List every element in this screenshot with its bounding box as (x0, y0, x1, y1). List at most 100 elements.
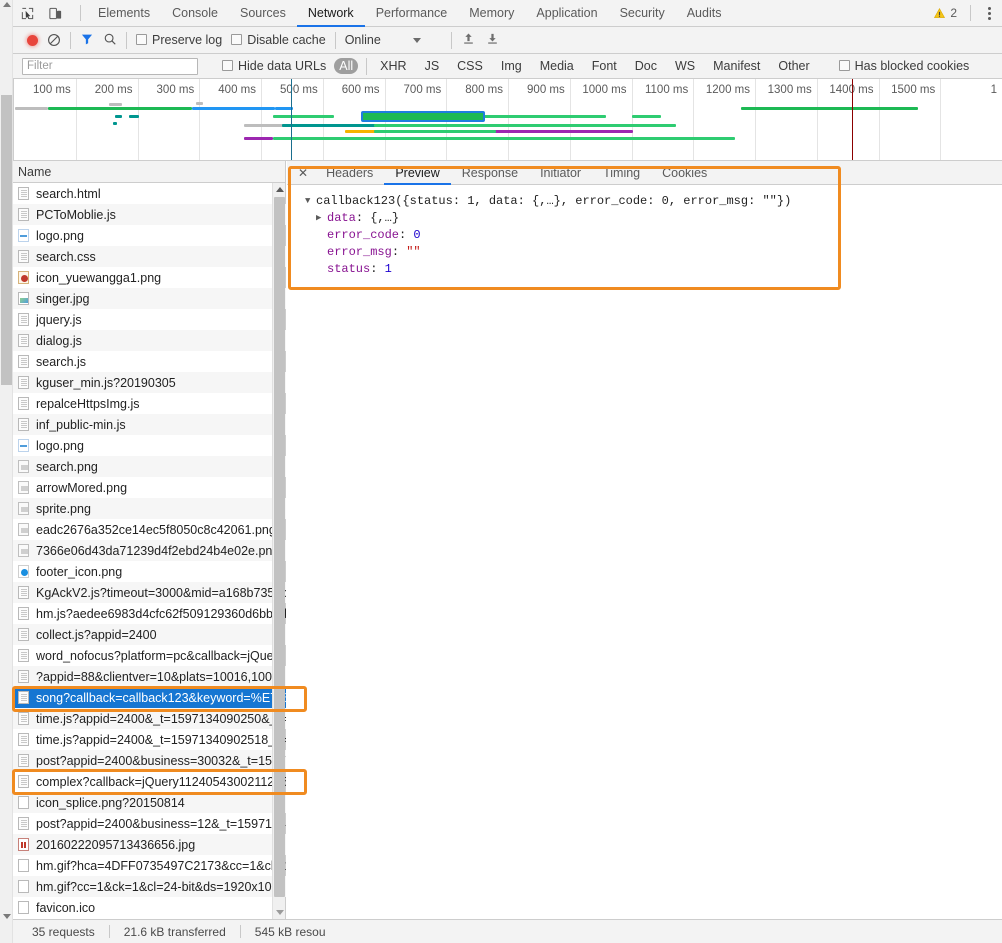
record-button[interactable] (27, 34, 38, 46)
request-row[interactable]: search.png (0, 456, 286, 477)
tab-security[interactable]: Security (609, 0, 676, 27)
request-list-scroll-down[interactable] (273, 906, 286, 919)
json-entry-row[interactable]: status: 1 (305, 261, 1002, 278)
network-overview[interactable]: 100 ms 200 ms 300 ms 400 ms 500 ms 600 ms 700 … (0, 79, 1002, 161)
tab-audits[interactable]: Audits (676, 0, 733, 27)
request-row[interactable]: PCToMoblie.js (0, 204, 286, 225)
chevron-down-icon[interactable] (412, 37, 421, 43)
page-scrollbar-down-arrow[interactable] (2, 914, 11, 919)
filter-toggle-button[interactable] (80, 32, 94, 49)
tab-sources[interactable]: Sources (229, 0, 297, 27)
tab-performance[interactable]: Performance (365, 0, 459, 27)
has-blocked-cookies-checkbox[interactable]: Has blocked cookies (838, 59, 969, 73)
tab-memory[interactable]: Memory (458, 0, 525, 27)
tab-preview[interactable]: Preview (384, 161, 450, 185)
filter-type-doc[interactable]: Doc (630, 58, 662, 74)
request-row[interactable]: singer.jpg (0, 288, 286, 309)
page-scrollbar[interactable] (0, 0, 13, 943)
device-toolbar-icon[interactable] (46, 4, 64, 22)
filter-type-font[interactable]: Font (587, 58, 622, 74)
request-row[interactable]: icon_yuewangga1.png (0, 267, 286, 288)
tab-timing[interactable]: Timing (592, 161, 651, 185)
request-rows[interactable]: search.html PCToMoblie.js logo.png search.c… (0, 183, 286, 919)
tab-initiator[interactable]: Initiator (529, 161, 592, 185)
request-row[interactable]: 7366e06d43da71239d4f2ebd24b4e02e.png (0, 540, 286, 561)
request-row[interactable]: arrowMored.png (0, 477, 286, 498)
filter-input[interactable] (22, 57, 198, 75)
filter-type-media[interactable]: Media (535, 58, 579, 74)
export-har-button[interactable] (485, 31, 500, 49)
filter-type-css[interactable]: CSS (452, 58, 488, 74)
preserve-log-box[interactable] (136, 34, 147, 45)
request-row[interactable]: icon_splice.png?20150814 (0, 792, 286, 813)
request-row[interactable]: search.html (0, 183, 286, 204)
clear-button[interactable] (47, 33, 61, 47)
request-row[interactable]: search.js (0, 351, 286, 372)
request-row[interactable]: hm.gif?cc=1&ck=1&cl=24-bit&ds=1920x108 (0, 876, 286, 897)
column-header-name[interactable]: Name (0, 161, 285, 183)
tab-response[interactable]: Response (451, 161, 529, 185)
request-row[interactable]: logo.png (0, 225, 286, 246)
request-row[interactable]: repalceHttpsImg.js (0, 393, 286, 414)
tab-application[interactable]: Application (525, 0, 608, 27)
request-row[interactable]: 20160222095713436656.jpg (0, 834, 286, 855)
request-row[interactable]: footer_icon.png (0, 561, 286, 582)
disable-cache-checkbox[interactable]: Disable cache (231, 33, 326, 47)
request-row[interactable]: jquery.js (0, 309, 286, 330)
request-row[interactable]: KgAckV2.js?timeout=3000&mid=a168b7359c (0, 582, 286, 603)
hide-data-urls-box[interactable] (222, 60, 233, 71)
tab-headers[interactable]: Headers (315, 161, 384, 185)
request-row[interactable]: eadc2676a352ce14ec5f8050c8c42061.png (0, 519, 286, 540)
request-row[interactable]: time.js?appid=2400&_t=15971340902518_r= (0, 729, 286, 750)
request-list-scroll-thumb[interactable] (274, 197, 285, 897)
request-row[interactable]: time.js?appid=2400&_t=1597134090250&_r= (0, 708, 286, 729)
filter-type-xhr[interactable]: XHR (375, 58, 411, 74)
inspect-cursor-icon[interactable] (18, 4, 36, 22)
request-row[interactable]: sprite.png (0, 498, 286, 519)
request-row[interactable]: favicon.ico (0, 897, 286, 918)
warning-count-badge[interactable]: 2 (933, 6, 957, 20)
filter-type-manifest[interactable]: Manifest (708, 58, 765, 74)
import-har-button[interactable] (461, 31, 476, 49)
request-row[interactable]: post?appid=2400&business=30032&_t=1597 (0, 750, 286, 771)
json-entry-row[interactable]: error_msg: "" (305, 244, 1002, 261)
close-panel-icon[interactable]: ✕ (291, 166, 315, 180)
disable-cache-box[interactable] (231, 34, 243, 45)
filter-type-all[interactable]: All (334, 58, 359, 74)
request-row[interactable]: dialog.js (0, 330, 286, 351)
expand-triangle-icon[interactable]: ▶ (316, 210, 327, 227)
filter-type-js[interactable]: JS (420, 58, 445, 74)
filter-type-other[interactable]: Other (773, 58, 814, 74)
hide-data-urls-checkbox[interactable]: Hide data URLs (222, 59, 326, 73)
request-list-scroll-up[interactable] (273, 183, 286, 196)
json-root-row[interactable]: ▼ callback123({status: 1, data: {,…}, er… (305, 193, 1002, 210)
request-row[interactable]: complex?callback=jQuery1124054300211205 (0, 771, 286, 792)
request-row[interactable]: kguser_min.js?20190305 (0, 372, 286, 393)
preserve-log-checkbox[interactable]: Preserve log (136, 33, 222, 47)
has-blocked-cookies-box[interactable] (838, 60, 850, 71)
throttle-select[interactable]: Online (345, 33, 381, 47)
request-list-scrollbar[interactable] (272, 183, 285, 919)
tab-cookies[interactable]: Cookies (651, 161, 718, 185)
tab-console[interactable]: Console (161, 0, 229, 27)
request-row[interactable]: search.css (0, 246, 286, 267)
more-options-icon[interactable] (984, 5, 995, 22)
search-button[interactable] (103, 32, 117, 49)
request-row[interactable]: inf_public-min.js (0, 414, 286, 435)
request-row[interactable]: hm.gif?hca=4DFF0735497C2173&cc=1&ck=1 (0, 855, 286, 876)
request-row[interactable]: hm.js?aedee6983d4cfc62f509129360d6bb3d (0, 603, 286, 624)
request-row[interactable]: ?appid=88&clientver=10&plats=10016,1001, (0, 666, 286, 687)
request-row[interactable]: post?appid=2400&business=12&_t=1597134 (0, 813, 286, 834)
expand-triangle-icon[interactable]: ▼ (305, 193, 316, 210)
page-scrollbar-thumb[interactable] (1, 95, 12, 385)
filter-type-img[interactable]: Img (496, 58, 527, 74)
preview-json-viewer[interactable]: ▼ callback123({status: 1, data: {,…}, er… (287, 185, 1002, 278)
json-entry-row[interactable]: ▶ data: {,…} (305, 210, 1002, 227)
page-scrollbar-up-arrow[interactable] (2, 2, 11, 7)
request-row[interactable]: word_nofocus?platform=pc&callback=jQuery (0, 645, 286, 666)
filter-type-ws[interactable]: WS (670, 58, 700, 74)
tab-network[interactable]: Network (297, 0, 365, 27)
request-row-selected[interactable]: song?callback=callback123&keyword=%E7% (0, 687, 286, 708)
tab-elements[interactable]: Elements (87, 0, 161, 27)
json-entry-row[interactable]: error_code: 0 (305, 227, 1002, 244)
